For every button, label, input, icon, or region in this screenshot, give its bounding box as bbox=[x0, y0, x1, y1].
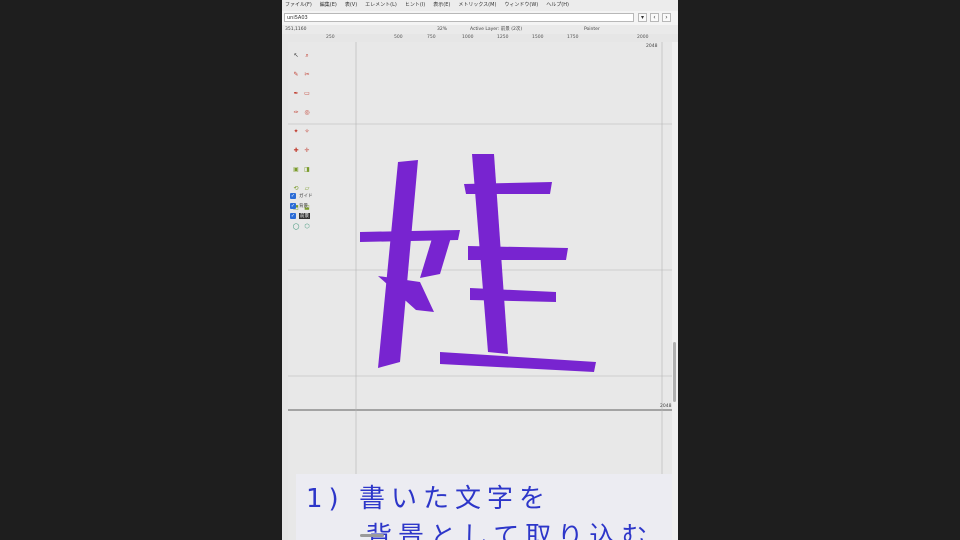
glyph-name-input[interactable]: uni5A03 bbox=[284, 13, 634, 22]
rectangle-icon[interactable]: ◯ bbox=[291, 222, 301, 232]
ruler-tick: 500 bbox=[394, 35, 403, 40]
scrollbar-thumb[interactable] bbox=[673, 342, 676, 402]
ruler-tick: 1500 bbox=[532, 35, 544, 40]
scale-icon[interactable]: ▣ bbox=[291, 165, 301, 175]
tangent-point-icon[interactable]: ✛ bbox=[302, 146, 312, 156]
pointer-icon[interactable]: ↖ bbox=[291, 51, 301, 61]
ruler-tick: 250 bbox=[326, 35, 335, 40]
vertical-scrollbar[interactable] bbox=[672, 42, 678, 540]
ruler-tick: 1000 bbox=[462, 35, 474, 40]
hv-curve-icon[interactable]: ✧ bbox=[302, 127, 312, 137]
checkbox-icon[interactable]: ✓ bbox=[290, 202, 296, 209]
pencil-icon[interactable]: ✎ bbox=[291, 70, 301, 80]
layer-row[interactable]: ✓ 前景 bbox=[290, 211, 310, 220]
layer-row[interactable]: ✓ ガイド bbox=[290, 191, 313, 200]
checkbox-icon[interactable]: ✓ bbox=[290, 192, 296, 199]
ruler-icon[interactable]: ▭ bbox=[302, 89, 312, 99]
checkbox-icon[interactable]: ✓ bbox=[290, 212, 296, 219]
ruler-tick: 2000 bbox=[637, 35, 649, 40]
fontforge-window: ファイル(F) 編集(E) 表(V) エレメント(L) ヒント(I) 表示(E)… bbox=[282, 0, 678, 540]
menu-item-file[interactable]: ファイル(F) bbox=[285, 0, 312, 11]
layer-label: 背景 bbox=[299, 203, 308, 209]
curve-point-icon[interactable]: ✦ bbox=[291, 127, 301, 137]
polygon-icon[interactable]: ⬡ bbox=[302, 222, 312, 232]
layer-label: ガイド bbox=[299, 193, 313, 199]
prev-glyph-button[interactable]: ‹ bbox=[650, 13, 659, 22]
corner-point-icon[interactable]: ✚ bbox=[291, 146, 301, 156]
zoom-level: 32% bbox=[437, 27, 448, 32]
menu-item-help[interactable]: ヘルプ(H) bbox=[546, 0, 569, 11]
ruler-tick: 1250 bbox=[497, 35, 509, 40]
menu-item-hint[interactable]: ヒント(I) bbox=[405, 0, 425, 11]
dropdown-icon[interactable]: ▾ bbox=[638, 13, 647, 22]
menu-item-table[interactable]: 表(V) bbox=[345, 0, 357, 11]
guide-value-bottom: 2048 bbox=[660, 404, 672, 409]
glyph-path-bar: uni5A03 ▾ ‹ › bbox=[282, 11, 678, 25]
spiro-icon[interactable]: ◎ bbox=[302, 108, 312, 118]
menu-item-view[interactable]: 表示(E) bbox=[433, 0, 450, 11]
layer-label: 前景 bbox=[299, 212, 310, 219]
flip-icon[interactable]: ◨ bbox=[302, 165, 312, 175]
magnify-icon[interactable]: ⌕ bbox=[302, 51, 312, 61]
caption-line-1: 1) 書いた文字を bbox=[306, 484, 551, 514]
menu-item-window[interactable]: ウィンドウ(W) bbox=[504, 0, 538, 11]
cursor-coords: 351,1160 bbox=[285, 27, 307, 32]
pen-icon[interactable]: ✒ bbox=[291, 89, 301, 99]
glyph-background-image bbox=[360, 154, 596, 372]
ruler-tick: 1750 bbox=[567, 35, 579, 40]
guide-value-top: 2048 bbox=[646, 44, 658, 49]
ruler-tick: 750 bbox=[427, 35, 436, 40]
menu-bar: ファイル(F) 編集(E) 表(V) エレメント(L) ヒント(I) 表示(E)… bbox=[282, 0, 678, 11]
mode-label: Pointer bbox=[584, 27, 600, 32]
glyph-canvas[interactable]: 2048 2048 ↖⌕ ✎✂ ✒▭ ✑◎ ✦✧ ✚✛ ▣◨ ⟲▱ ⬒⬓ ◯⬡ … bbox=[288, 42, 678, 540]
caption-panel: 1) 書いた文字を 背景として取り込む bbox=[296, 474, 678, 540]
horizontal-scrollbar-thumb[interactable] bbox=[360, 534, 384, 537]
scissors-icon[interactable]: ✂ bbox=[302, 70, 312, 80]
next-glyph-button[interactable]: › bbox=[662, 13, 671, 22]
menu-item-metrics[interactable]: メトリックス(M) bbox=[458, 0, 496, 11]
caption-line-2: 背景として取り込む bbox=[366, 522, 654, 540]
knife-icon[interactable]: ✑ bbox=[291, 108, 301, 118]
menu-item-edit[interactable]: 編集(E) bbox=[320, 0, 337, 11]
layer-row[interactable]: ✓ 背景 bbox=[290, 201, 308, 210]
menu-item-element[interactable]: エレメント(L) bbox=[365, 0, 397, 11]
status-toolbar: 351,1160 32% Active Layer: 前景 (2次) Point… bbox=[282, 25, 678, 34]
active-layer-label: Active Layer: 前景 (2次) bbox=[470, 27, 523, 32]
